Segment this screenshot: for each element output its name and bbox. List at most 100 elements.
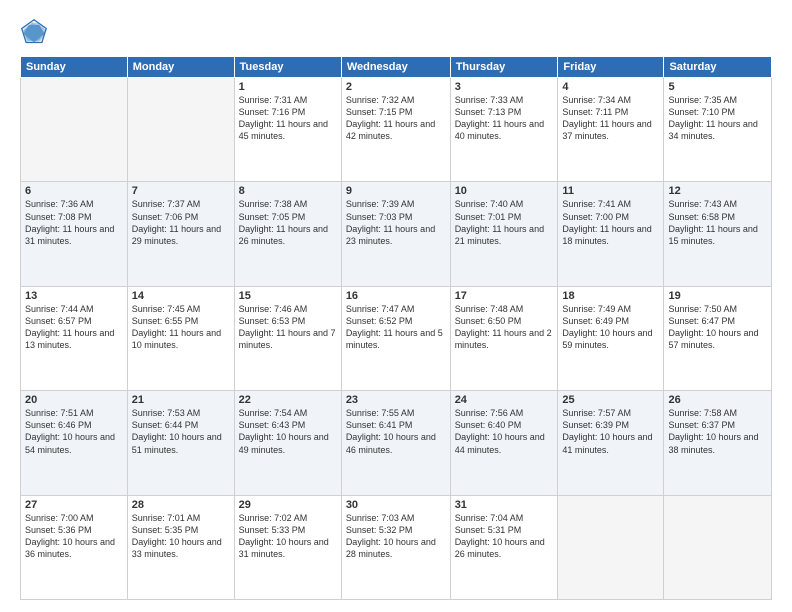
- day-number: 27: [25, 499, 123, 511]
- day-number: 31: [455, 499, 554, 511]
- table-row: [664, 495, 772, 599]
- day-detail: Sunrise: 7:31 AMSunset: 7:16 PMDaylight:…: [239, 94, 337, 143]
- table-row: 11Sunrise: 7:41 AMSunset: 7:00 PMDayligh…: [558, 182, 664, 286]
- table-row: [558, 495, 664, 599]
- table-row: 31Sunrise: 7:04 AMSunset: 5:31 PMDayligh…: [450, 495, 558, 599]
- col-thursday: Thursday: [450, 57, 558, 78]
- day-detail: Sunrise: 7:54 AMSunset: 6:43 PMDaylight:…: [239, 407, 337, 456]
- day-number: 30: [346, 499, 446, 511]
- day-detail: Sunrise: 7:39 AMSunset: 7:03 PMDaylight:…: [346, 198, 446, 247]
- day-number: 12: [668, 185, 767, 197]
- day-number: 1: [239, 81, 337, 93]
- table-row: 12Sunrise: 7:43 AMSunset: 6:58 PMDayligh…: [664, 182, 772, 286]
- day-number: 20: [25, 394, 123, 406]
- day-detail: Sunrise: 7:47 AMSunset: 6:52 PMDaylight:…: [346, 303, 446, 352]
- calendar-week-row: 13Sunrise: 7:44 AMSunset: 6:57 PMDayligh…: [21, 286, 772, 390]
- day-detail: Sunrise: 7:35 AMSunset: 7:10 PMDaylight:…: [668, 94, 767, 143]
- day-detail: Sunrise: 7:02 AMSunset: 5:33 PMDaylight:…: [239, 512, 337, 561]
- day-number: 10: [455, 185, 554, 197]
- day-detail: Sunrise: 7:03 AMSunset: 5:32 PMDaylight:…: [346, 512, 446, 561]
- day-detail: Sunrise: 7:40 AMSunset: 7:01 PMDaylight:…: [455, 198, 554, 247]
- table-row: 6Sunrise: 7:36 AMSunset: 7:08 PMDaylight…: [21, 182, 128, 286]
- day-number: 14: [132, 290, 230, 302]
- day-detail: Sunrise: 7:04 AMSunset: 5:31 PMDaylight:…: [455, 512, 554, 561]
- table-row: 21Sunrise: 7:53 AMSunset: 6:44 PMDayligh…: [127, 391, 234, 495]
- calendar-week-row: 1Sunrise: 7:31 AMSunset: 7:16 PMDaylight…: [21, 78, 772, 182]
- logo: [20, 18, 52, 46]
- day-number: 18: [562, 290, 659, 302]
- day-number: 4: [562, 81, 659, 93]
- day-number: 15: [239, 290, 337, 302]
- table-row: 14Sunrise: 7:45 AMSunset: 6:55 PMDayligh…: [127, 286, 234, 390]
- table-row: 15Sunrise: 7:46 AMSunset: 6:53 PMDayligh…: [234, 286, 341, 390]
- day-number: 28: [132, 499, 230, 511]
- day-detail: Sunrise: 7:55 AMSunset: 6:41 PMDaylight:…: [346, 407, 446, 456]
- day-detail: Sunrise: 7:53 AMSunset: 6:44 PMDaylight:…: [132, 407, 230, 456]
- day-detail: Sunrise: 7:41 AMSunset: 7:00 PMDaylight:…: [562, 198, 659, 247]
- table-row: 27Sunrise: 7:00 AMSunset: 5:36 PMDayligh…: [21, 495, 128, 599]
- day-number: 22: [239, 394, 337, 406]
- table-row: 17Sunrise: 7:48 AMSunset: 6:50 PMDayligh…: [450, 286, 558, 390]
- col-tuesday: Tuesday: [234, 57, 341, 78]
- col-saturday: Saturday: [664, 57, 772, 78]
- day-number: 25: [562, 394, 659, 406]
- calendar-week-row: 6Sunrise: 7:36 AMSunset: 7:08 PMDaylight…: [21, 182, 772, 286]
- table-row: 22Sunrise: 7:54 AMSunset: 6:43 PMDayligh…: [234, 391, 341, 495]
- calendar-header-row: Sunday Monday Tuesday Wednesday Thursday…: [21, 57, 772, 78]
- day-number: 11: [562, 185, 659, 197]
- table-row: 3Sunrise: 7:33 AMSunset: 7:13 PMDaylight…: [450, 78, 558, 182]
- table-row: 2Sunrise: 7:32 AMSunset: 7:15 PMDaylight…: [341, 78, 450, 182]
- day-number: 13: [25, 290, 123, 302]
- day-detail: Sunrise: 7:50 AMSunset: 6:47 PMDaylight:…: [668, 303, 767, 352]
- table-row: 4Sunrise: 7:34 AMSunset: 7:11 PMDaylight…: [558, 78, 664, 182]
- table-row: 9Sunrise: 7:39 AMSunset: 7:03 PMDaylight…: [341, 182, 450, 286]
- col-friday: Friday: [558, 57, 664, 78]
- day-detail: Sunrise: 7:56 AMSunset: 6:40 PMDaylight:…: [455, 407, 554, 456]
- col-sunday: Sunday: [21, 57, 128, 78]
- day-number: 19: [668, 290, 767, 302]
- col-monday: Monday: [127, 57, 234, 78]
- table-row: 25Sunrise: 7:57 AMSunset: 6:39 PMDayligh…: [558, 391, 664, 495]
- day-number: 2: [346, 81, 446, 93]
- table-row: [127, 78, 234, 182]
- table-row: 28Sunrise: 7:01 AMSunset: 5:35 PMDayligh…: [127, 495, 234, 599]
- table-row: 5Sunrise: 7:35 AMSunset: 7:10 PMDaylight…: [664, 78, 772, 182]
- day-detail: Sunrise: 7:37 AMSunset: 7:06 PMDaylight:…: [132, 198, 230, 247]
- table-row: 16Sunrise: 7:47 AMSunset: 6:52 PMDayligh…: [341, 286, 450, 390]
- table-row: 8Sunrise: 7:38 AMSunset: 7:05 PMDaylight…: [234, 182, 341, 286]
- table-row: [21, 78, 128, 182]
- day-detail: Sunrise: 7:34 AMSunset: 7:11 PMDaylight:…: [562, 94, 659, 143]
- table-row: 30Sunrise: 7:03 AMSunset: 5:32 PMDayligh…: [341, 495, 450, 599]
- table-row: 1Sunrise: 7:31 AMSunset: 7:16 PMDaylight…: [234, 78, 341, 182]
- day-detail: Sunrise: 7:46 AMSunset: 6:53 PMDaylight:…: [239, 303, 337, 352]
- calendar-week-row: 20Sunrise: 7:51 AMSunset: 6:46 PMDayligh…: [21, 391, 772, 495]
- day-detail: Sunrise: 7:33 AMSunset: 7:13 PMDaylight:…: [455, 94, 554, 143]
- table-row: 20Sunrise: 7:51 AMSunset: 6:46 PMDayligh…: [21, 391, 128, 495]
- day-detail: Sunrise: 7:51 AMSunset: 6:46 PMDaylight:…: [25, 407, 123, 456]
- day-detail: Sunrise: 7:36 AMSunset: 7:08 PMDaylight:…: [25, 198, 123, 247]
- day-detail: Sunrise: 7:45 AMSunset: 6:55 PMDaylight:…: [132, 303, 230, 352]
- table-row: 26Sunrise: 7:58 AMSunset: 6:37 PMDayligh…: [664, 391, 772, 495]
- day-number: 3: [455, 81, 554, 93]
- day-number: 26: [668, 394, 767, 406]
- day-detail: Sunrise: 7:32 AMSunset: 7:15 PMDaylight:…: [346, 94, 446, 143]
- day-detail: Sunrise: 7:58 AMSunset: 6:37 PMDaylight:…: [668, 407, 767, 456]
- table-row: 13Sunrise: 7:44 AMSunset: 6:57 PMDayligh…: [21, 286, 128, 390]
- day-number: 8: [239, 185, 337, 197]
- col-wednesday: Wednesday: [341, 57, 450, 78]
- logo-icon: [20, 18, 48, 46]
- table-row: 24Sunrise: 7:56 AMSunset: 6:40 PMDayligh…: [450, 391, 558, 495]
- calendar-table: Sunday Monday Tuesday Wednesday Thursday…: [20, 56, 772, 600]
- day-detail: Sunrise: 7:49 AMSunset: 6:49 PMDaylight:…: [562, 303, 659, 352]
- day-number: 23: [346, 394, 446, 406]
- day-detail: Sunrise: 7:57 AMSunset: 6:39 PMDaylight:…: [562, 407, 659, 456]
- day-detail: Sunrise: 7:38 AMSunset: 7:05 PMDaylight:…: [239, 198, 337, 247]
- day-number: 16: [346, 290, 446, 302]
- calendar-week-row: 27Sunrise: 7:00 AMSunset: 5:36 PMDayligh…: [21, 495, 772, 599]
- table-row: 18Sunrise: 7:49 AMSunset: 6:49 PMDayligh…: [558, 286, 664, 390]
- day-number: 29: [239, 499, 337, 511]
- table-row: 10Sunrise: 7:40 AMSunset: 7:01 PMDayligh…: [450, 182, 558, 286]
- table-row: 19Sunrise: 7:50 AMSunset: 6:47 PMDayligh…: [664, 286, 772, 390]
- page: Sunday Monday Tuesday Wednesday Thursday…: [0, 0, 792, 612]
- day-number: 17: [455, 290, 554, 302]
